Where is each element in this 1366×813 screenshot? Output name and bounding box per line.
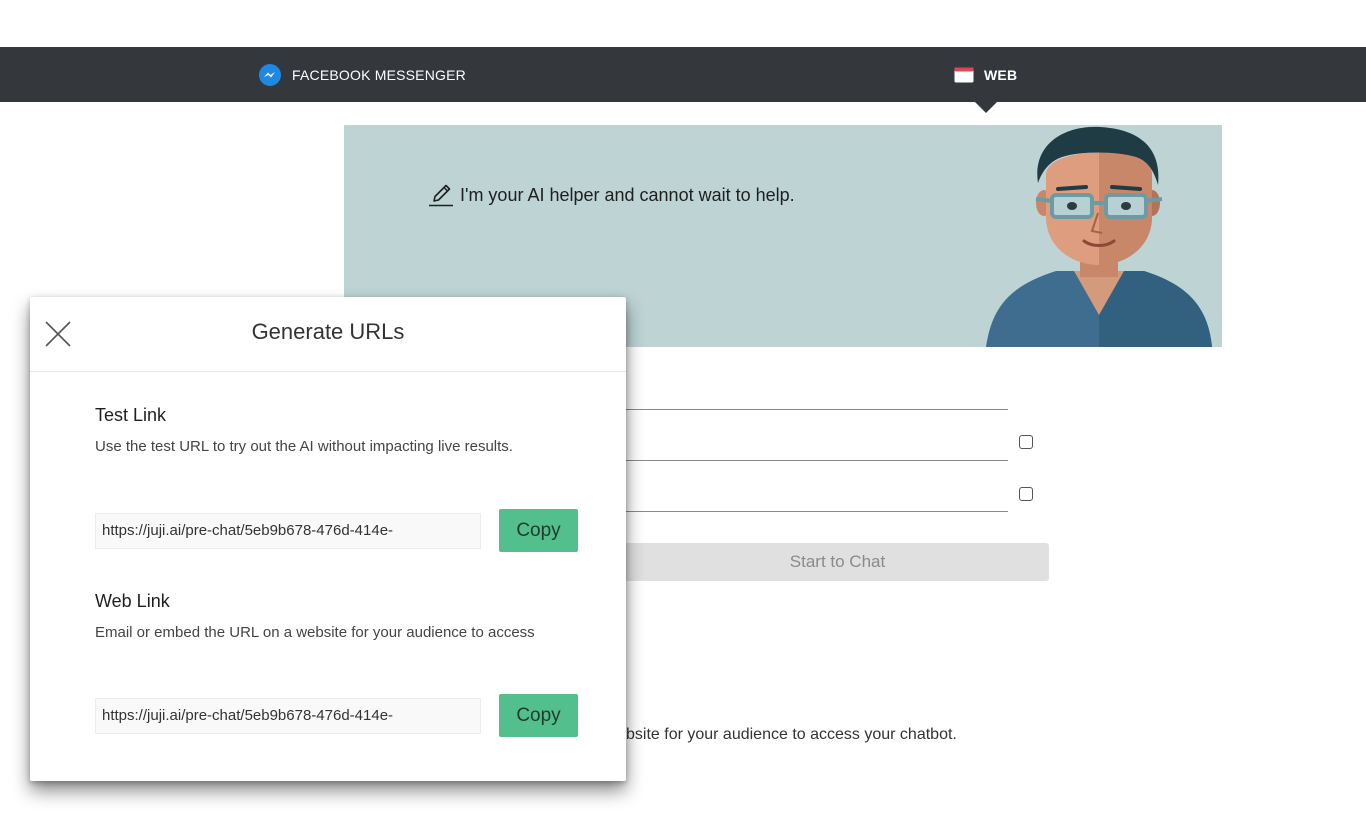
browser-window-icon xyxy=(954,67,974,83)
messenger-icon xyxy=(258,63,282,87)
tab-facebook-messenger[interactable]: FACEBOOK MESSENGER xyxy=(258,47,466,102)
form-input-line-2[interactable] xyxy=(626,460,1008,461)
embed-instructions-text: bsite for your audience to access your c… xyxy=(626,726,957,743)
test-link-url-row: Copy xyxy=(95,509,578,552)
form-checkbox-1[interactable] xyxy=(1019,435,1033,449)
modal-header: Generate URLs xyxy=(30,297,626,372)
tab-facebook-messenger-label: FACEBOOK MESSENGER xyxy=(292,66,466,83)
channel-tabs-bar: FACEBOOK MESSENGER WEB xyxy=(0,47,1366,102)
tab-web-label: WEB xyxy=(984,66,1018,83)
active-tab-indicator xyxy=(975,102,997,113)
test-link-section: Test Link Use the test URL to try out th… xyxy=(95,405,595,459)
generate-urls-modal: Generate URLs Test Link Use the test URL… xyxy=(30,297,626,781)
form-input-line-3[interactable] xyxy=(626,511,1008,512)
web-link-description: Email or embed the URL on a website for … xyxy=(95,624,535,641)
modal-title: Generate URLs xyxy=(251,319,405,344)
copy-test-link-button[interactable]: Copy xyxy=(499,509,578,552)
test-link-url-field[interactable] xyxy=(95,512,481,549)
web-link-section: Web Link Email or embed the URL on a web… xyxy=(95,591,595,645)
web-link-url-row: Copy xyxy=(95,694,578,737)
greeting-text: I'm your AI helper and cannot wait to he… xyxy=(460,184,795,205)
ai-avatar-illustration xyxy=(976,125,1222,347)
web-link-title: Web Link xyxy=(95,591,170,611)
web-link-url-field[interactable] xyxy=(95,697,481,734)
copy-web-link-button[interactable]: Copy xyxy=(499,694,578,737)
form-input-line-1[interactable] xyxy=(626,409,1008,410)
test-link-description: Use the test URL to try out the AI witho… xyxy=(95,438,513,455)
edit-pencil-icon[interactable] xyxy=(428,183,454,207)
tab-web[interactable]: WEB xyxy=(954,47,1017,102)
greeting-row: I'm your AI helper and cannot wait to he… xyxy=(428,183,795,207)
start-to-chat-button[interactable]: Start to Chat xyxy=(626,543,1049,581)
form-checkbox-2[interactable] xyxy=(1019,487,1033,501)
test-link-title: Test Link xyxy=(95,405,167,425)
